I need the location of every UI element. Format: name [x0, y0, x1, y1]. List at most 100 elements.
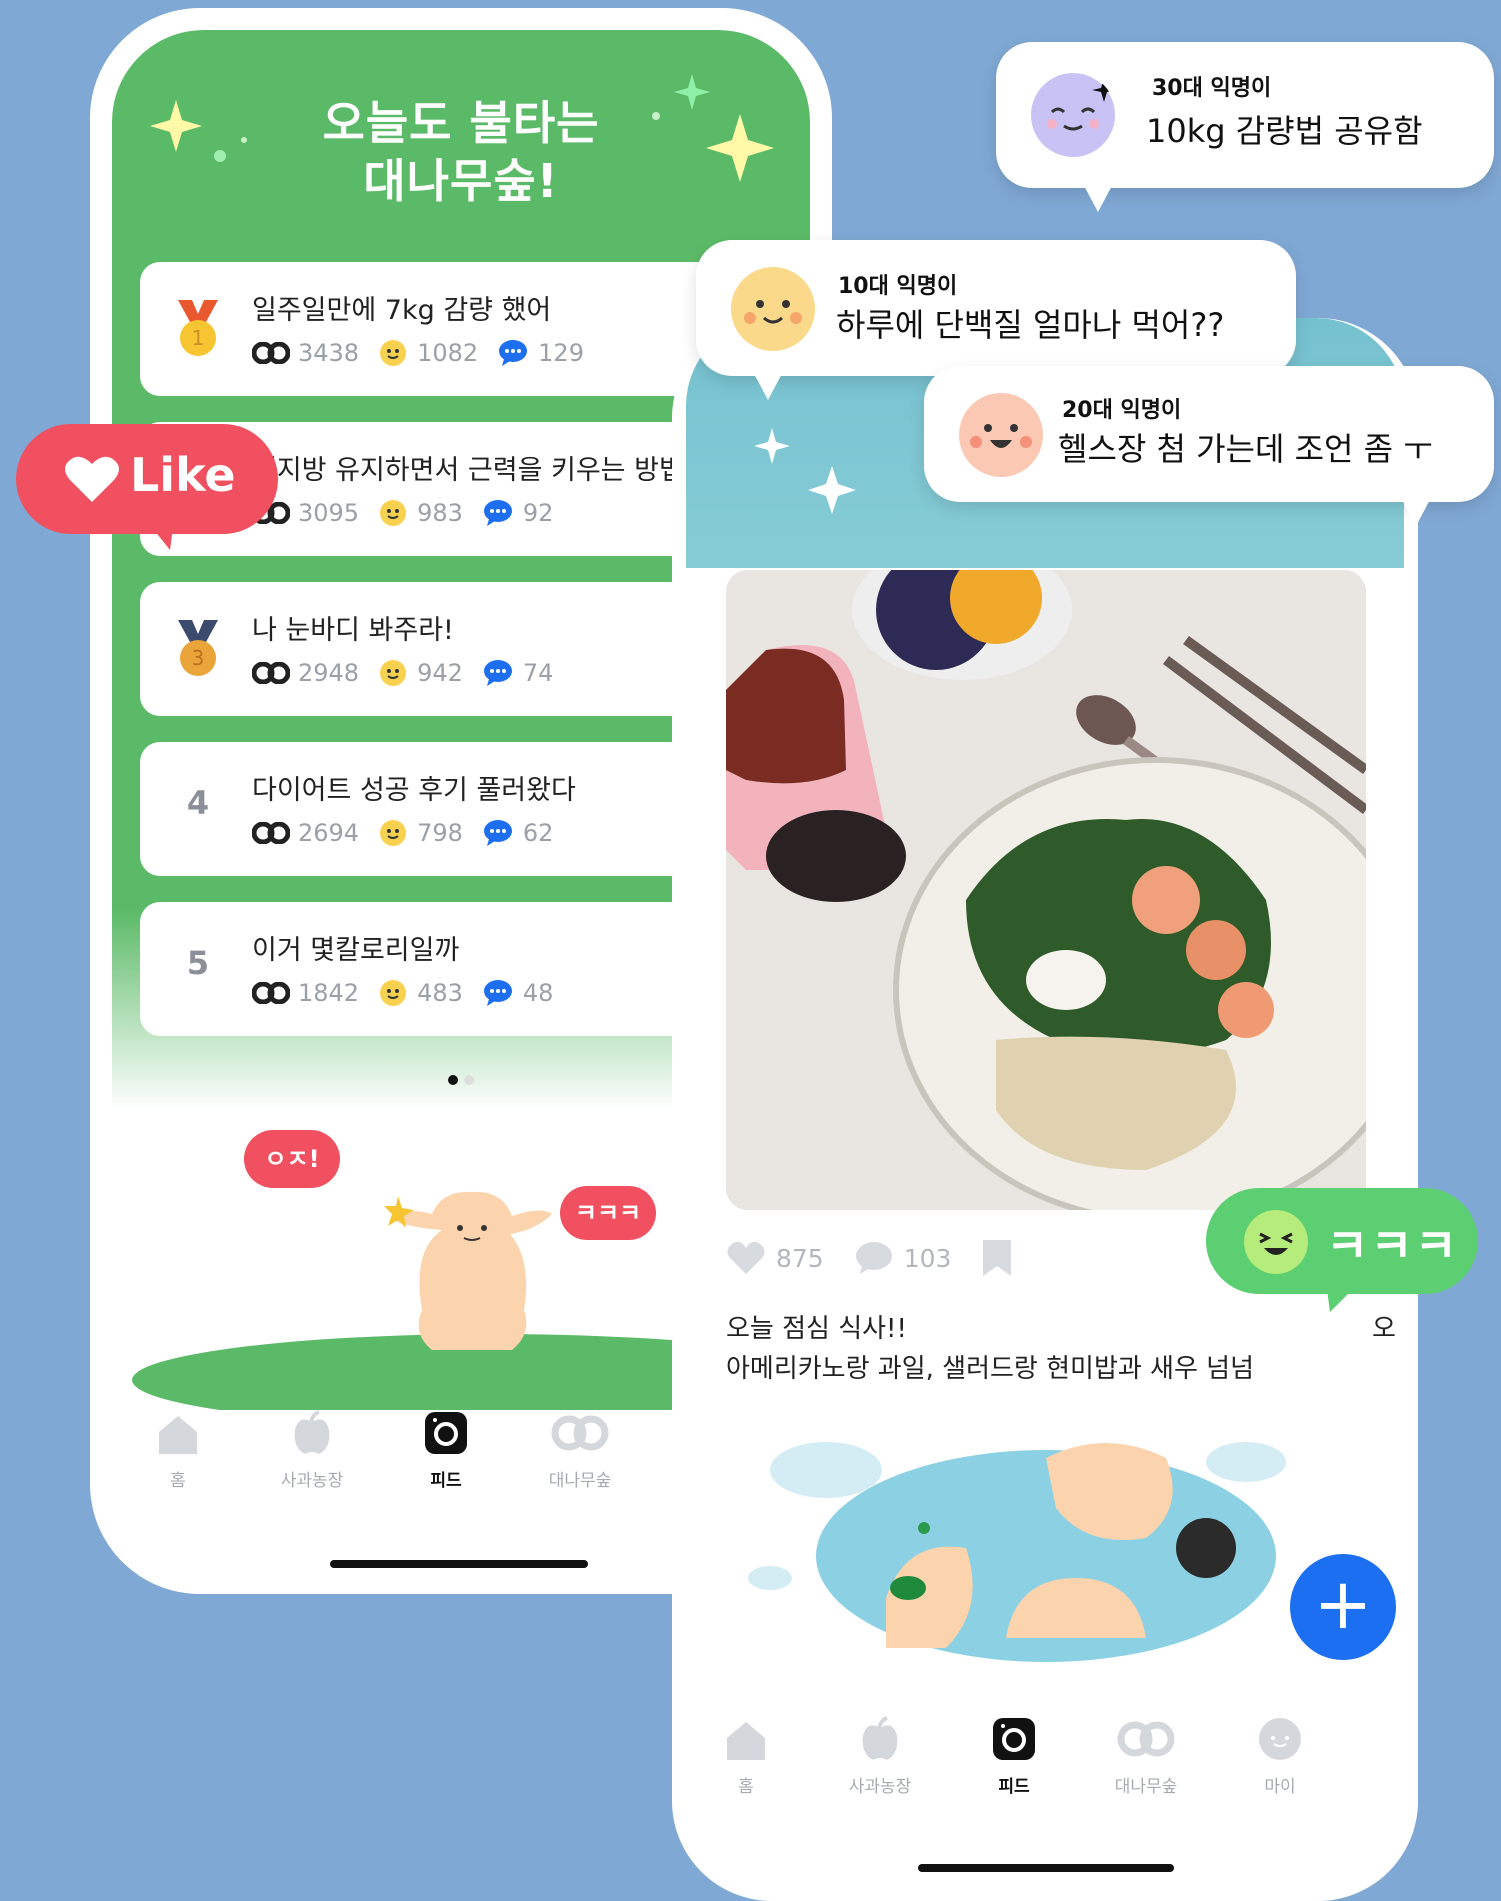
comment-count: 74 — [522, 659, 554, 687]
post-caption-line2: 아메리카노랑 과일, 샐러드랑 현미밥과 새우 넘넘 — [726, 1354, 1254, 1384]
bookmark-button[interactable] — [981, 1238, 1013, 1278]
ranking-stats: 2694 798 62 — [252, 816, 573, 850]
heart-icon — [65, 456, 119, 502]
community-illustration — [748, 1442, 1286, 1662]
reaction-count: 983 — [417, 499, 463, 527]
comment-icon — [499, 340, 528, 366]
comment-count: 129 — [538, 339, 584, 367]
reaction-face-icon — [380, 500, 407, 526]
ranking-title: 나 눈바디 봐주라! — [252, 615, 454, 646]
bamboo-forest-icon — [551, 1415, 609, 1451]
camera-icon — [993, 1718, 1035, 1760]
phone-right-screen: 875 103 오늘 점심 식사!! 아메리카노랑 과일, 샐러드랑 현미밥과 … — [686, 318, 1404, 1901]
tab-label: 대나무숲 — [548, 1471, 612, 1491]
ranking-title: 일주일만에 7kg 감량 했어 — [252, 295, 552, 326]
bookmark-icon — [983, 1240, 1012, 1276]
tab-my[interactable]: 마이 — [1220, 1716, 1340, 1797]
sticker-right: ㅋㅋㅋ — [560, 1186, 656, 1240]
rank-number: 4 — [186, 784, 210, 822]
apple-icon — [862, 1716, 898, 1760]
ranking-stats: 3095 983 92 — [252, 496, 573, 530]
bubble-text: 10kg 감량법 공유함 — [1146, 112, 1423, 150]
tab-bamboo-forest[interactable]: 대나무숲 — [520, 1410, 640, 1491]
post-caption-line1: 오늘 점심 식사!! — [726, 1314, 907, 1344]
comment-outline-icon — [855, 1242, 892, 1274]
tab-label: 마이 — [1264, 1777, 1296, 1797]
ranking-stats: 3438 1082 129 — [252, 336, 604, 370]
reaction-face-icon — [380, 340, 407, 366]
gold-medal-icon: 1 — [178, 300, 218, 356]
svg-text:3: 3 — [192, 646, 205, 670]
laugh-sticker: ㅋㅋㅋ — [1206, 1188, 1478, 1312]
banner-title: 오늘도 불타는 대나무숲! — [112, 94, 810, 210]
comment-icon — [483, 980, 512, 1006]
ranking-title: 이거 몇칼로리일까 — [252, 935, 460, 966]
post-caption-more: 오 — [1372, 1314, 1396, 1344]
ranking-title: 체지방 유지하면서 근력을 키우는 방법은 — [252, 455, 709, 486]
laughing-face-icon — [1244, 1210, 1308, 1274]
views-icon — [252, 822, 290, 844]
ranking-title: 다이어트 성공 후기 풀러왔다 — [252, 775, 576, 806]
rank-number: 5 — [186, 944, 210, 982]
comment-icon — [483, 820, 512, 846]
tab-label: 대나무숲 — [1114, 1777, 1178, 1797]
like-sticker: Like — [16, 424, 278, 550]
bubble-text: 헬스장 첨 가는데 조언 좀 ㅜ — [1058, 430, 1433, 468]
like-count: 875 — [776, 1243, 824, 1273]
bamboo-forest-icon — [1117, 1721, 1175, 1757]
moon-face-icon — [1031, 73, 1116, 157]
views-icon — [252, 982, 290, 1004]
bubble-tail — [1400, 496, 1432, 526]
tab-label: 피드 — [430, 1471, 462, 1491]
views-count: 2948 — [298, 659, 360, 687]
like-stat[interactable]: 875 — [726, 1240, 824, 1276]
views-count: 3095 — [298, 499, 360, 527]
smile-face-icon — [731, 267, 815, 351]
reaction-face-icon — [380, 820, 407, 846]
tab-home[interactable]: 홈 — [686, 1716, 806, 1797]
anon-bubble-30s: 30대 익명이 10kg 감량법 공유함 — [996, 42, 1494, 212]
home-icon — [159, 1416, 197, 1454]
sticker-left: ㅇㅈ! — [244, 1130, 340, 1188]
tab-bamboo-forest[interactable]: 대나무숲 — [1086, 1716, 1206, 1797]
heart-outline-icon — [727, 1241, 765, 1274]
page-dot-active — [448, 1075, 458, 1085]
bronze-medal-icon: 3 — [178, 620, 218, 676]
comment-icon — [483, 660, 512, 686]
create-post-fab[interactable]: + — [1290, 1554, 1396, 1660]
tab-apple-farm[interactable]: 사과농장 — [820, 1716, 940, 1797]
tab-apple-farm[interactable]: 사과농장 — [252, 1410, 372, 1491]
anon-bubble-10s: 10대 익명이 하루에 단백질 얼마나 먹어?? — [696, 240, 1296, 400]
views-count: 2694 — [298, 819, 360, 847]
tab-label: 사과농장 — [280, 1471, 344, 1491]
comment-stat[interactable]: 103 — [854, 1240, 952, 1276]
post-stats: 875 103 — [726, 1238, 1043, 1278]
bubble-tail — [752, 370, 784, 400]
bubble-tail — [1082, 182, 1114, 212]
laugh-sticker-tail — [1326, 1282, 1360, 1312]
reaction-count: 942 — [417, 659, 463, 687]
tab-label: 홈 — [170, 1471, 186, 1491]
comment-icon — [483, 500, 512, 526]
ranking-stats: 2948 942 74 — [252, 656, 573, 690]
apple-icon — [294, 1410, 330, 1454]
food-photo — [726, 570, 1366, 1210]
like-label: Like — [130, 448, 236, 502]
tab-home[interactable]: 홈 — [118, 1410, 238, 1491]
tab-feed[interactable]: 피드 — [954, 1716, 1074, 1797]
tab-label: 사과농장 — [848, 1777, 912, 1797]
tab-label: 홈 — [738, 1777, 754, 1797]
comment-count: 103 — [903, 1243, 952, 1273]
views-count: 1842 — [298, 979, 360, 1007]
reaction-count: 1082 — [417, 339, 479, 367]
tab-bar: 홈 사과농장 피드 대나무숲 마이 — [686, 1716, 1404, 1826]
tab-feed[interactable]: 피드 — [386, 1410, 506, 1491]
reaction-face-icon — [380, 660, 407, 686]
happy-face-icon — [959, 393, 1043, 477]
home-indicator[interactable] — [918, 1864, 1174, 1872]
svg-text:1: 1 — [192, 326, 205, 350]
home-indicator[interactable] — [330, 1560, 588, 1568]
comment-count: 92 — [522, 499, 554, 527]
views-count: 3438 — [298, 339, 360, 367]
phone-right: 875 103 오늘 점심 식사!! 아메리카노랑 과일, 샐러드랑 현미밥과 … — [672, 318, 1418, 1901]
